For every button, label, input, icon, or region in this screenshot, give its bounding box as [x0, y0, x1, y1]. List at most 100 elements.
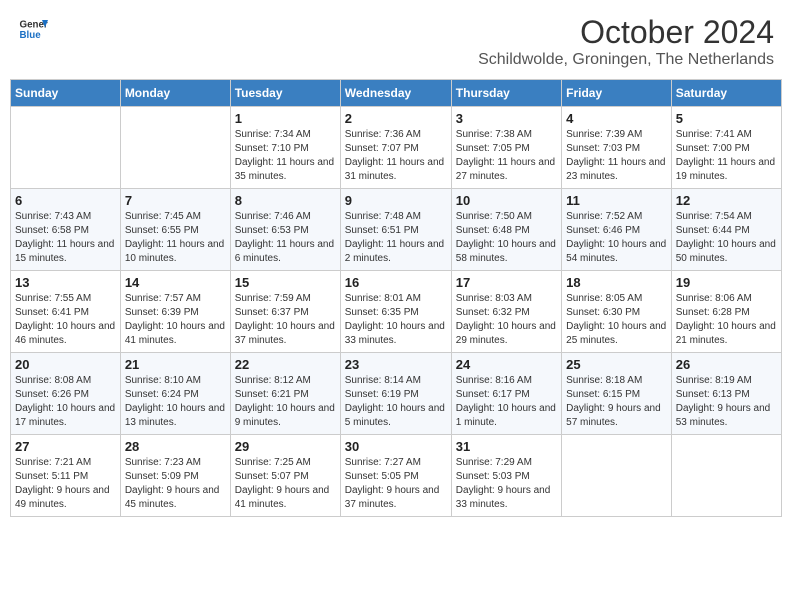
- day-info: Sunrise: 7:39 AM Sunset: 7:03 PM Dayligh…: [566, 128, 667, 184]
- day-info: Sunrise: 7:25 AM Sunset: 5:07 PM Dayligh…: [235, 456, 336, 512]
- day-number: 5: [676, 111, 777, 126]
- day-number: 24: [456, 357, 557, 372]
- calendar-cell: [120, 107, 230, 189]
- day-number: 12: [676, 193, 777, 208]
- day-info: Sunrise: 8:18 AM Sunset: 6:15 PM Dayligh…: [566, 374, 667, 430]
- day-info: Sunrise: 7:48 AM Sunset: 6:51 PM Dayligh…: [345, 210, 447, 266]
- day-header-sunday: Sunday: [11, 80, 121, 107]
- calendar-cell: [562, 435, 672, 517]
- day-number: 29: [235, 439, 336, 454]
- day-info: Sunrise: 8:16 AM Sunset: 6:17 PM Dayligh…: [456, 374, 557, 430]
- calendar-cell: 16Sunrise: 8:01 AM Sunset: 6:35 PM Dayli…: [340, 271, 451, 353]
- month-title: October 2024: [478, 14, 774, 51]
- day-info: Sunrise: 8:03 AM Sunset: 6:32 PM Dayligh…: [456, 292, 557, 348]
- calendar-cell: 22Sunrise: 8:12 AM Sunset: 6:21 PM Dayli…: [230, 353, 340, 435]
- calendar-cell: 31 Sunrise: 7:29 AM Sunset: 5:03 PM Dayli…: [451, 435, 561, 517]
- day-info: Sunrise: 7:38 AM Sunset: 7:05 PM Dayligh…: [456, 128, 557, 184]
- day-info: Sunrise: 8:10 AM Sunset: 6:24 PM Dayligh…: [125, 374, 226, 430]
- day-info: Sunrise: 7:36 AM Sunset: 7:07 PM Dayligh…: [345, 128, 447, 184]
- calendar-cell: 18 Sunrise: 8:05 AM Sunset: 6:30 PM Dayli…: [562, 271, 672, 353]
- calendar-cell: 14Sunrise: 7:57 AM Sunset: 6:39 PM Dayli…: [120, 271, 230, 353]
- day-info: Sunrise: 8:05 AM Sunset: 6:30 PM Dayligh…: [566, 292, 667, 348]
- day-info: Sunrise: 7:41 AM Sunset: 7:00 PM Dayligh…: [676, 128, 777, 184]
- day-info: Sunrise: 8:14 AM Sunset: 6:19 PM Dayligh…: [345, 374, 447, 430]
- calendar-cell: 26 Sunrise: 8:19 AM Sunset: 6:13 PM Dayli…: [671, 353, 781, 435]
- week-row-3: 13 Sunrise: 7:55 AM Sunset: 6:41 PM Dayli…: [11, 271, 782, 353]
- week-row-5: 27Sunrise: 7:21 AM Sunset: 5:11 PM Dayli…: [11, 435, 782, 517]
- day-number: 3: [456, 111, 557, 126]
- day-number: 1: [235, 111, 336, 126]
- logo: General Blue: [18, 14, 48, 44]
- calendar-header-row: SundayMondayTuesdayWednesdayThursdayFrid…: [11, 80, 782, 107]
- week-row-4: 20Sunrise: 8:08 AM Sunset: 6:26 PM Dayli…: [11, 353, 782, 435]
- calendar-cell: 23Sunrise: 8:14 AM Sunset: 6:19 PM Dayli…: [340, 353, 451, 435]
- day-header-wednesday: Wednesday: [340, 80, 451, 107]
- calendar-cell: 2Sunrise: 7:36 AM Sunset: 7:07 PM Daylig…: [340, 107, 451, 189]
- calendar-cell: 19 Sunrise: 8:06 AM Sunset: 6:28 PM Dayli…: [671, 271, 781, 353]
- calendar-cell: [671, 435, 781, 517]
- calendar-cell: 11 Sunrise: 7:52 AM Sunset: 6:46 PM Dayli…: [562, 189, 672, 271]
- day-info: Sunrise: 7:52 AM Sunset: 6:46 PM Dayligh…: [566, 210, 667, 266]
- day-info: Sunrise: 7:45 AM Sunset: 6:55 PM Dayligh…: [125, 210, 226, 266]
- day-info: Sunrise: 7:23 AM Sunset: 5:09 PM Dayligh…: [125, 456, 226, 512]
- calendar-cell: 1 Sunrise: 7:34 AM Sunset: 7:10 PM Daylig…: [230, 107, 340, 189]
- calendar-cell: 24 Sunrise: 8:16 AM Sunset: 6:17 PM Dayli…: [451, 353, 561, 435]
- day-number: 19: [676, 275, 777, 290]
- calendar-cell: 12 Sunrise: 7:54 AM Sunset: 6:44 PM Dayli…: [671, 189, 781, 271]
- calendar-cell: 6 Sunrise: 7:43 AM Sunset: 6:58 PM Daylig…: [11, 189, 121, 271]
- day-info: Sunrise: 8:12 AM Sunset: 6:21 PM Dayligh…: [235, 374, 336, 430]
- calendar-cell: 5 Sunrise: 7:41 AM Sunset: 7:00 PM Daylig…: [671, 107, 781, 189]
- week-row-2: 6 Sunrise: 7:43 AM Sunset: 6:58 PM Daylig…: [11, 189, 782, 271]
- day-number: 6: [15, 193, 116, 208]
- day-info: Sunrise: 7:50 AM Sunset: 6:48 PM Dayligh…: [456, 210, 557, 266]
- calendar-cell: 3 Sunrise: 7:38 AM Sunset: 7:05 PM Daylig…: [451, 107, 561, 189]
- day-number: 28: [125, 439, 226, 454]
- page-header: General Blue October 2024 Schildwolde, G…: [10, 10, 782, 73]
- day-number: 25: [566, 357, 667, 372]
- day-number: 21: [125, 357, 226, 372]
- day-number: 13: [15, 275, 116, 290]
- calendar-cell: 20Sunrise: 8:08 AM Sunset: 6:26 PM Dayli…: [11, 353, 121, 435]
- day-info: Sunrise: 7:43 AM Sunset: 6:58 PM Dayligh…: [15, 210, 116, 266]
- calendar-cell: 7Sunrise: 7:45 AM Sunset: 6:55 PM Daylig…: [120, 189, 230, 271]
- day-info: Sunrise: 7:27 AM Sunset: 5:05 PM Dayligh…: [345, 456, 447, 512]
- day-info: Sunrise: 8:06 AM Sunset: 6:28 PM Dayligh…: [676, 292, 777, 348]
- svg-text:Blue: Blue: [20, 30, 42, 41]
- day-number: 4: [566, 111, 667, 126]
- calendar-cell: 27Sunrise: 7:21 AM Sunset: 5:11 PM Dayli…: [11, 435, 121, 517]
- calendar-cell: 10 Sunrise: 7:50 AM Sunset: 6:48 PM Dayli…: [451, 189, 561, 271]
- day-number: 9: [345, 193, 447, 208]
- day-info: Sunrise: 8:19 AM Sunset: 6:13 PM Dayligh…: [676, 374, 777, 430]
- calendar-cell: 4 Sunrise: 7:39 AM Sunset: 7:03 PM Daylig…: [562, 107, 672, 189]
- day-header-friday: Friday: [562, 80, 672, 107]
- day-number: 30: [345, 439, 447, 454]
- day-info: Sunrise: 7:29 AM Sunset: 5:03 PM Dayligh…: [456, 456, 557, 512]
- day-number: 26: [676, 357, 777, 372]
- day-number: 16: [345, 275, 447, 290]
- calendar-cell: 8Sunrise: 7:46 AM Sunset: 6:53 PM Daylig…: [230, 189, 340, 271]
- day-number: 27: [15, 439, 116, 454]
- day-info: Sunrise: 7:34 AM Sunset: 7:10 PM Dayligh…: [235, 128, 336, 184]
- calendar-cell: 21 Sunrise: 8:10 AM Sunset: 6:24 PM Dayli…: [120, 353, 230, 435]
- day-header-saturday: Saturday: [671, 80, 781, 107]
- day-number: 11: [566, 193, 667, 208]
- day-number: 31: [456, 439, 557, 454]
- calendar-cell: 28 Sunrise: 7:23 AM Sunset: 5:09 PM Dayli…: [120, 435, 230, 517]
- day-number: 10: [456, 193, 557, 208]
- day-header-tuesday: Tuesday: [230, 80, 340, 107]
- day-number: 14: [125, 275, 226, 290]
- day-info: Sunrise: 8:08 AM Sunset: 6:26 PM Dayligh…: [15, 374, 116, 430]
- day-header-monday: Monday: [120, 80, 230, 107]
- day-number: 18: [566, 275, 667, 290]
- day-info: Sunrise: 7:59 AM Sunset: 6:37 PM Dayligh…: [235, 292, 336, 348]
- calendar-cell: 13 Sunrise: 7:55 AM Sunset: 6:41 PM Dayli…: [11, 271, 121, 353]
- day-number: 8: [235, 193, 336, 208]
- week-row-1: 1 Sunrise: 7:34 AM Sunset: 7:10 PM Daylig…: [11, 107, 782, 189]
- calendar-cell: 17Sunrise: 8:03 AM Sunset: 6:32 PM Dayli…: [451, 271, 561, 353]
- calendar-cell: [11, 107, 121, 189]
- location-subtitle: Schildwolde, Groningen, The Netherlands: [478, 51, 774, 69]
- calendar-table: SundayMondayTuesdayWednesdayThursdayFrid…: [10, 79, 782, 517]
- calendar-cell: 25 Sunrise: 8:18 AM Sunset: 6:15 PM Dayli…: [562, 353, 672, 435]
- day-info: Sunrise: 7:55 AM Sunset: 6:41 PM Dayligh…: [15, 292, 116, 348]
- day-info: Sunrise: 7:54 AM Sunset: 6:44 PM Dayligh…: [676, 210, 777, 266]
